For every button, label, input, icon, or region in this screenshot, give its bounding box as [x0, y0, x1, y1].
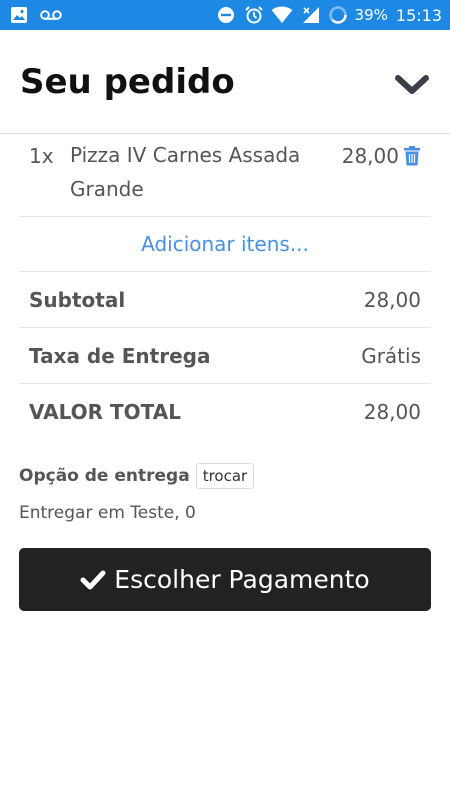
total-label: VALOR TOTAL — [29, 399, 181, 424]
check-icon — [80, 569, 106, 591]
signal-icon — [299, 4, 321, 26]
delivery-fee-row: Taxa de Entrega Grátis — [19, 328, 431, 384]
chevron-down-icon — [395, 75, 429, 94]
delivery-section: Opção de entrega trocar Entregar em Test… — [19, 463, 431, 523]
subtotal-row: Subtotal 28,00 — [19, 272, 431, 328]
battery-icon — [327, 4, 349, 26]
order-list: 1x Pizza IV Carnes Assada Grande 28,00 A… — [19, 134, 431, 439]
clock: 15:13 — [395, 5, 442, 25]
do-not-disturb-icon — [215, 4, 237, 26]
item-name: Pizza IV Carnes Assada Grande — [70, 143, 301, 201]
total-row: VALOR TOTAL 28,00 — [19, 384, 431, 439]
status-bar: 39% 15:13 — [0, 0, 450, 30]
item-quantity: 1x — [29, 144, 54, 168]
order-header: Seu pedido — [0, 30, 450, 134]
delivery-address: Entregar em Teste, 0 — [19, 503, 196, 523]
delivery-option-label: Opção de entrega — [19, 466, 190, 486]
change-delivery-button[interactable]: trocar — [195, 463, 255, 489]
battery-percentage: 39% — [354, 6, 388, 24]
total-value: 28,00 — [363, 399, 421, 424]
choose-payment-label: Escolher Pagamento — [114, 565, 370, 594]
delivery-fee-label: Taxa de Entrega — [29, 343, 211, 368]
order-item: 1x Pizza IV Carnes Assada Grande 28,00 — [19, 134, 431, 217]
page-title: Seu pedido — [20, 62, 235, 102]
add-items-row: Adicionar itens... — [19, 217, 431, 272]
subtotal-value: 28,00 — [363, 287, 421, 312]
choose-payment-button[interactable]: Escolher Pagamento — [19, 548, 431, 611]
image-notification-icon — [8, 4, 30, 26]
wifi-icon — [271, 4, 293, 26]
delivery-fee-value: Grátis — [361, 343, 421, 368]
trash-icon[interactable] — [403, 146, 421, 166]
item-price: 28,00 — [341, 144, 399, 168]
alarm-icon — [243, 4, 265, 26]
add-items-link[interactable]: Adicionar itens... — [141, 232, 309, 256]
voicemail-icon — [40, 4, 62, 26]
collapse-button[interactable] — [392, 70, 432, 100]
subtotal-label: Subtotal — [29, 287, 126, 312]
